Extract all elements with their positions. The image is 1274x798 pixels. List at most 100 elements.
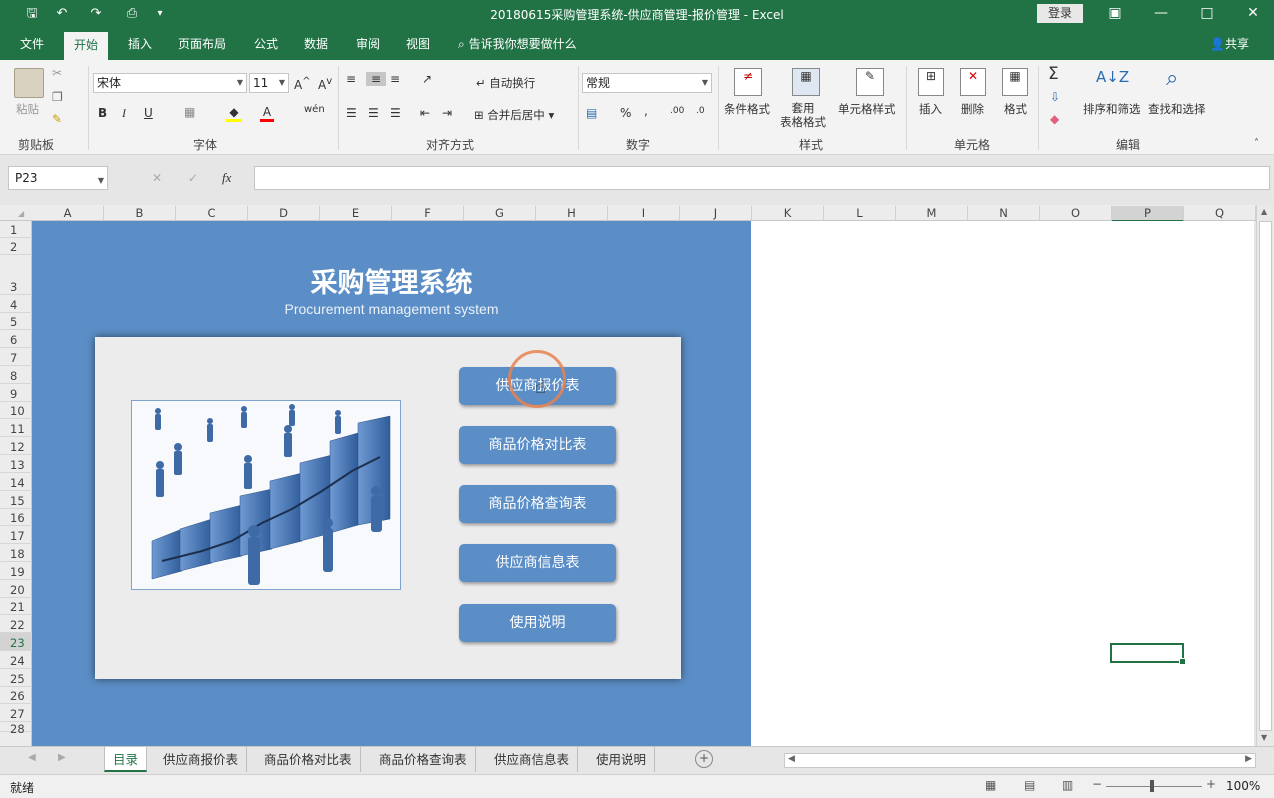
comma-icon[interactable]: , — [644, 104, 648, 118]
nav-button-price-comparison[interactable]: 商品价格对比表 — [459, 426, 616, 464]
row-header-17[interactable]: 17 — [0, 526, 32, 544]
cut-icon[interactable]: ✂ — [52, 66, 62, 80]
zoom-out-icon[interactable]: − — [1092, 777, 1102, 791]
column-header-p[interactable]: P — [1112, 206, 1184, 222]
decrease-font-icon[interactable]: Av — [318, 76, 332, 92]
minimize-button[interactable]: — — [1138, 0, 1184, 28]
column-header-n[interactable]: N — [968, 206, 1040, 220]
row-header-3[interactable]: 3 — [0, 255, 32, 295]
row-header-22[interactable]: 22 — [0, 615, 32, 633]
nav-button-instructions[interactable]: 使用说明 — [459, 604, 616, 642]
row-header-2[interactable]: 2 — [0, 238, 32, 255]
increase-font-icon[interactable]: A^ — [294, 76, 311, 92]
table-format-icon[interactable]: ▦ — [792, 68, 820, 96]
fill-color-icon[interactable]: ◆ — [226, 105, 242, 122]
scroll-left-icon[interactable]: ◀ — [788, 754, 795, 764]
zoom-in-icon[interactable]: + — [1206, 777, 1216, 791]
wrap-text-button[interactable]: ↵ 自动换行 — [476, 75, 535, 91]
delete-cells-button[interactable]: 删除 — [961, 101, 984, 117]
name-box[interactable]: P23 ▼ — [8, 166, 108, 190]
sort-filter-button[interactable]: 排序和筛选 — [1083, 101, 1141, 117]
align-middle-icon[interactable]: ≡ — [366, 72, 386, 86]
formula-input[interactable] — [254, 166, 1270, 190]
column-header-h[interactable]: H — [536, 206, 608, 220]
cancel-formula-icon[interactable]: ✕ — [152, 171, 162, 185]
sort-filter-icon[interactable]: A↓Z — [1096, 68, 1129, 86]
column-header-a[interactable]: A — [32, 206, 104, 220]
format-cells-icon[interactable]: ▦ — [1002, 68, 1028, 96]
row-header-13[interactable]: 13 — [0, 455, 32, 473]
paste-icon[interactable] — [14, 68, 44, 98]
sheet-tab-price-query[interactable]: 商品价格查询表 — [371, 747, 476, 772]
row-header-8[interactable]: 8 — [0, 366, 32, 384]
conditional-format-icon[interactable]: ≠ — [734, 68, 762, 96]
font-name-select[interactable]: 宋体 ▼ — [93, 73, 247, 93]
row-header-6[interactable]: 6 — [0, 330, 32, 348]
zoom-slider[interactable] — [1106, 786, 1202, 787]
page-layout-view-icon[interactable]: ▤ — [1024, 778, 1035, 792]
number-format-select[interactable]: 常规 ▼ — [582, 73, 712, 93]
tab-formulas[interactable]: 公式 — [252, 28, 280, 60]
italic-button[interactable]: I — [122, 106, 126, 121]
format-painter-icon[interactable]: ✎ — [52, 112, 62, 126]
share-button[interactable]: 👤共享 — [1208, 28, 1251, 60]
bold-button[interactable]: B — [98, 106, 107, 120]
scroll-down-icon[interactable]: ▼ — [1261, 733, 1267, 742]
find-select-button[interactable]: 查找和选择 — [1148, 101, 1206, 117]
column-header-o[interactable]: O — [1040, 206, 1112, 220]
phonetic-icon[interactable]: wén — [304, 104, 325, 115]
horizontal-scrollbar[interactable]: ◀ ▶ — [784, 753, 1256, 768]
select-all-corner[interactable]: ◢ — [18, 209, 24, 218]
merge-center-button[interactable]: ⊞ 合并后居中 ▾ — [474, 107, 554, 123]
column-header-g[interactable]: G — [464, 206, 536, 220]
percent-icon[interactable]: % — [620, 106, 631, 120]
tab-data[interactable]: 数据 — [302, 28, 330, 60]
row-header-11[interactable]: 11 — [0, 419, 32, 437]
vertical-scrollbar[interactable]: ▲ ▼ — [1256, 205, 1274, 746]
decrease-decimal-icon[interactable]: .0 — [696, 106, 705, 116]
close-button[interactable]: ✕ — [1230, 0, 1274, 28]
maximize-button[interactable]: □ — [1184, 0, 1230, 28]
sheet-tab-price-comparison[interactable]: 商品价格对比表 — [256, 747, 361, 772]
sheet-tab-supplier-quote[interactable]: 供应商报价表 — [155, 747, 248, 772]
tab-page-layout[interactable]: 页面布局 — [176, 28, 228, 60]
column-header-k[interactable]: K — [752, 206, 824, 220]
fill-icon[interactable]: ⇩ — [1050, 90, 1060, 104]
conditional-format-button[interactable]: 条件格式 — [724, 101, 770, 117]
scroll-right-icon[interactable]: ▶ — [1245, 754, 1252, 764]
row-header-23[interactable]: 23 — [0, 633, 32, 651]
login-button[interactable]: 登录 — [1037, 4, 1083, 23]
align-top-icon[interactable]: ≡ — [346, 72, 356, 86]
column-header-i[interactable]: I — [608, 206, 680, 220]
zoom-slider-thumb[interactable] — [1150, 780, 1154, 792]
scroll-thumb[interactable] — [1259, 221, 1272, 731]
ribbon-display-icon[interactable]: ▣ — [1092, 0, 1138, 28]
insert-cells-button[interactable]: 插入 — [919, 101, 942, 117]
nav-button-supplier-info[interactable]: 供应商信息表 — [459, 544, 616, 582]
worksheet-grid[interactable]: 采购管理系统 Procurement management system 供应商… — [32, 221, 1254, 746]
delete-cells-icon[interactable]: ✕ — [960, 68, 986, 96]
scroll-up-icon[interactable]: ▲ — [1261, 207, 1267, 216]
row-header-25[interactable]: 25 — [0, 669, 32, 687]
sheet-tab-catalog[interactable]: 目录 — [104, 747, 148, 772]
clear-icon[interactable]: ◆ — [1050, 112, 1059, 126]
row-header-1[interactable]: 1 — [0, 221, 32, 238]
column-header-m[interactable]: M — [896, 206, 968, 220]
row-header-7[interactable]: 7 — [0, 348, 32, 366]
prev-sheet-icon[interactable]: ◀ — [28, 752, 36, 763]
row-header-27[interactable]: 27 — [0, 704, 32, 722]
find-select-icon[interactable]: ⌕ — [1166, 66, 1178, 91]
row-header-19[interactable]: 19 — [0, 562, 32, 580]
row-header-14[interactable]: 14 — [0, 473, 32, 491]
increase-indent-icon[interactable]: ⇥ — [442, 106, 452, 120]
row-header-10[interactable]: 10 — [0, 402, 32, 419]
tab-insert[interactable]: 插入 — [126, 28, 154, 60]
increase-decimal-icon[interactable]: .00 — [670, 106, 684, 116]
cell-styles-button[interactable]: 单元格样式 — [838, 101, 896, 117]
nav-button-price-query[interactable]: 商品价格查询表 — [459, 485, 616, 523]
tab-home[interactable]: 开始 — [64, 32, 109, 60]
row-header-12[interactable]: 12 — [0, 437, 32, 455]
column-header-l[interactable]: L — [824, 206, 896, 220]
align-center-icon[interactable]: ☰ — [368, 106, 379, 120]
column-header-e[interactable]: E — [320, 206, 392, 220]
